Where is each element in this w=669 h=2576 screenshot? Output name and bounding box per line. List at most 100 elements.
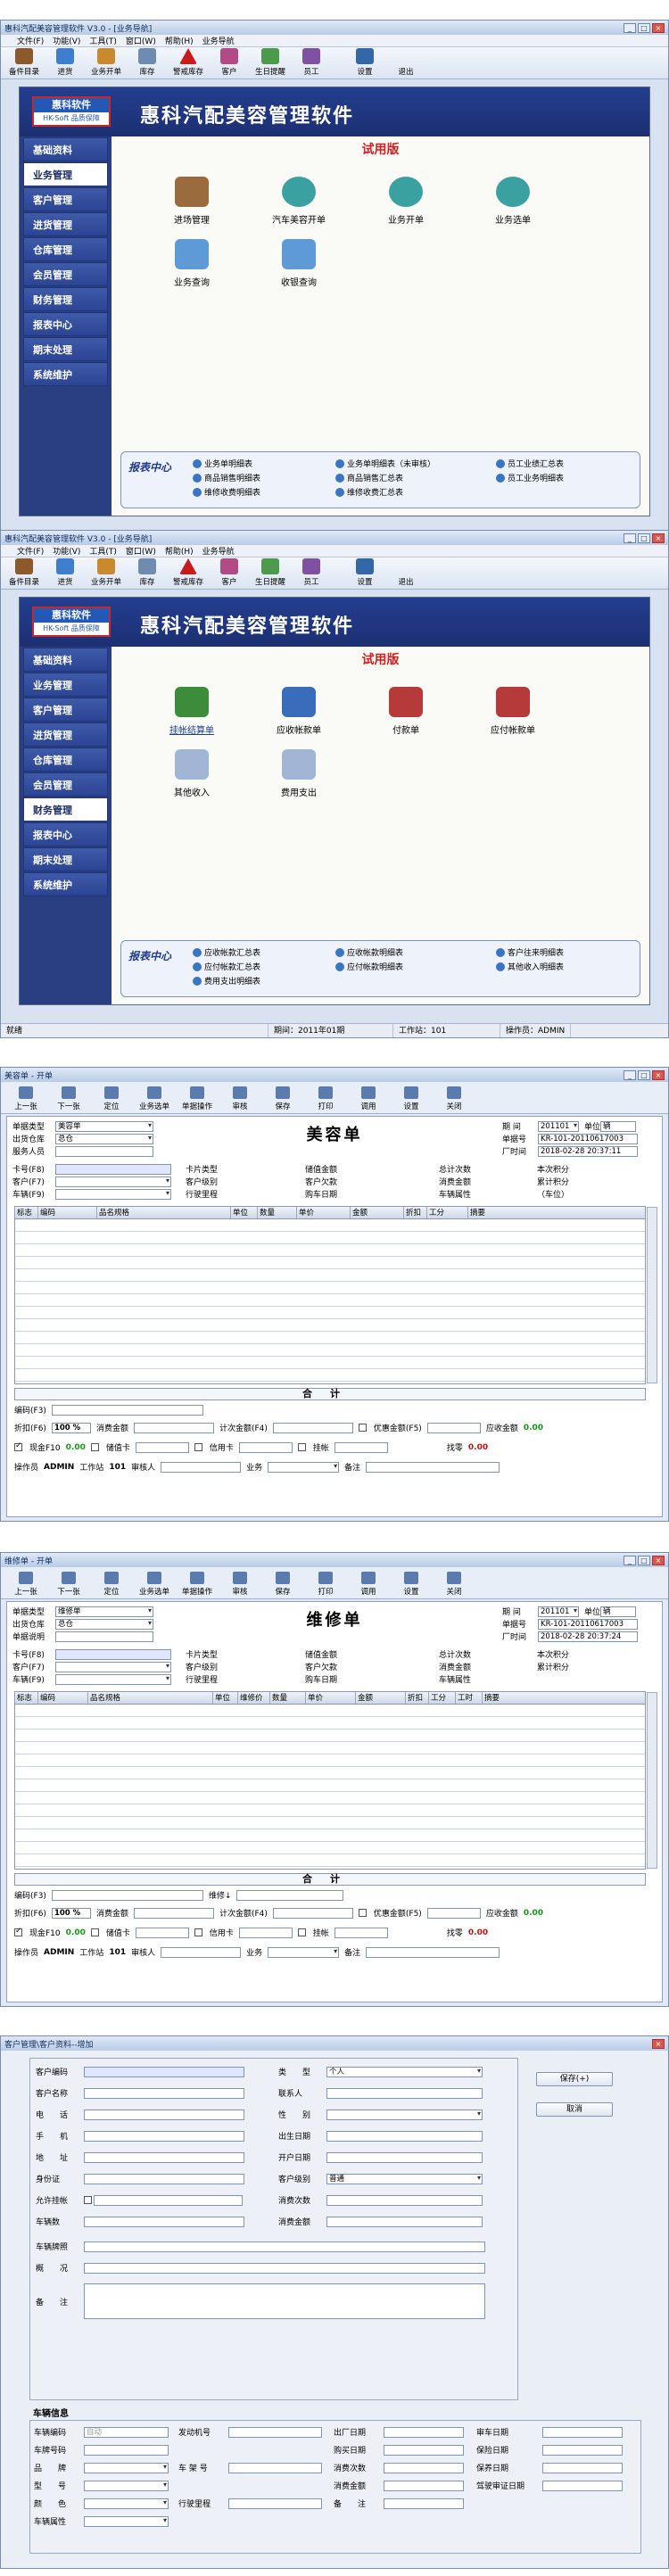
- report-link[interactable]: 商品销售明细表: [193, 472, 260, 483]
- code-input[interactable]: [51, 1889, 203, 1901]
- maximize-icon[interactable]: □: [638, 533, 650, 543]
- prefer-checkbox[interactable]: [358, 1909, 367, 1917]
- nav-period-end[interactable]: 期末处理: [23, 847, 108, 871]
- parts-catalog-button[interactable]: 备件目录: [6, 558, 42, 587]
- period-select[interactable]: 201101: [538, 1606, 579, 1617]
- business-order-button[interactable]: 业务开单: [88, 48, 124, 77]
- exit-button[interactable]: 退出: [388, 558, 424, 587]
- warehouse-select[interactable]: 总仓: [55, 1133, 153, 1144]
- inspection-date-input[interactable]: [542, 2426, 623, 2438]
- prev-button[interactable]: 上一张: [6, 1572, 45, 1597]
- nav-period-end[interactable]: 期末处理: [23, 337, 108, 361]
- report-link[interactable]: 员工业绩汇总表: [496, 458, 564, 469]
- select-order-button[interactable]: 业务选单: [135, 1572, 174, 1597]
- nav-customer[interactable]: 客户管理: [23, 187, 108, 211]
- grid-scrollbar[interactable]: [647, 1692, 657, 1869]
- select-order-button[interactable]: 业务选单: [135, 1086, 174, 1111]
- close-icon[interactable]: ×: [652, 533, 665, 543]
- hang-checkbox[interactable]: [297, 1928, 306, 1936]
- parts-catalog-button[interactable]: 备件目录: [6, 48, 42, 77]
- close-icon[interactable]: ×: [652, 2038, 665, 2049]
- module-business-query[interactable]: 业务查询: [138, 226, 245, 288]
- close-button[interactable]: 关闭: [434, 1086, 474, 1111]
- nav-finance[interactable]: 财务管理: [23, 797, 108, 822]
- cancel-button[interactable]: 取消: [536, 2102, 613, 2117]
- stored-card-checkbox[interactable]: [90, 1928, 99, 1936]
- report-link[interactable]: 员工业务明细表: [496, 472, 564, 483]
- credit-card-input[interactable]: [238, 1441, 293, 1453]
- save-button[interactable]: 保存: [263, 1086, 302, 1111]
- unit-input[interactable]: 辆: [600, 1606, 636, 1617]
- next-button[interactable]: 下一张: [49, 1572, 88, 1597]
- module-payment[interactable]: 付款单: [352, 673, 459, 736]
- module-entry-mgmt[interactable]: 进场管理: [138, 163, 245, 226]
- maximize-icon[interactable]: □: [638, 22, 650, 33]
- remark-input[interactable]: [366, 1946, 500, 1958]
- maximize-icon[interactable]: □: [638, 1555, 650, 1565]
- contact-input[interactable]: [326, 2087, 483, 2099]
- print-button[interactable]: 打印: [306, 1086, 345, 1111]
- doc-type-select[interactable]: 维修单: [55, 1606, 153, 1617]
- engine-number-input[interactable]: [228, 2426, 322, 2438]
- purchase-button[interactable]: 进货: [47, 558, 83, 587]
- settings-button[interactable]: 设置: [347, 558, 383, 587]
- order-ops-button[interactable]: 单据操作: [178, 1572, 217, 1597]
- customer-input[interactable]: [55, 1661, 171, 1672]
- frame-number-input[interactable]: [228, 2462, 322, 2473]
- doc-date-field[interactable]: 2018-02-28 20:37:24: [538, 1631, 638, 1642]
- close-button[interactable]: 关闭: [434, 1572, 474, 1597]
- minimize-icon[interactable]: _: [624, 1555, 636, 1565]
- module-cash-query[interactable]: 收银查询: [245, 226, 352, 288]
- plate-input[interactable]: [84, 2444, 169, 2456]
- nav-report[interactable]: 报表中心: [23, 822, 108, 846]
- maintenance-date-input[interactable]: [542, 2462, 623, 2473]
- nav-warehouse[interactable]: 仓库管理: [23, 747, 108, 772]
- report-link[interactable]: 维修收费明细表: [193, 486, 260, 498]
- purchase-date-input[interactable]: [384, 2444, 464, 2456]
- report-link[interactable]: 业务单明细表: [193, 458, 252, 469]
- birthday-button[interactable]: 生日提醒: [252, 558, 288, 587]
- module-beauty-order[interactable]: 汽车美容开单: [245, 163, 352, 226]
- alert-stock-button[interactable]: 警戒库存: [170, 558, 206, 587]
- module-business-select[interactable]: 业务选单: [459, 163, 566, 226]
- allow-credit-checkbox[interactable]: [84, 2196, 92, 2204]
- stock-button[interactable]: 库存: [129, 48, 165, 77]
- customer-name-input[interactable]: [84, 2087, 244, 2099]
- maximize-icon[interactable]: □: [638, 1069, 650, 1080]
- stock-button[interactable]: 库存: [129, 558, 165, 587]
- customer-button[interactable]: 客户: [211, 558, 247, 587]
- close-icon[interactable]: ×: [652, 1555, 665, 1565]
- menu-function[interactable]: 功能(V): [53, 35, 80, 46]
- hang-checkbox[interactable]: [297, 1443, 306, 1451]
- staff-button[interactable]: 员工: [293, 558, 329, 587]
- birthday-button[interactable]: 生日提醒: [252, 48, 288, 77]
- next-button[interactable]: 下一张: [49, 1086, 88, 1111]
- address-input[interactable]: [84, 2151, 244, 2163]
- audit-button[interactable]: 审核: [220, 1572, 260, 1597]
- report-link[interactable]: 商品销售汇总表: [335, 472, 403, 483]
- module-business-order[interactable]: 业务开单: [352, 163, 459, 226]
- menu-file[interactable]: 文件(F): [17, 545, 44, 557]
- nav-system[interactable]: 系统维护: [23, 362, 108, 386]
- menu-tools[interactable]: 工具(T): [89, 35, 117, 46]
- business-select[interactable]: [268, 1946, 340, 1958]
- nav-member[interactable]: 会员管理: [23, 772, 108, 797]
- nav-basic-data[interactable]: 基础资料: [23, 137, 108, 161]
- cash-checkbox[interactable]: [14, 1927, 22, 1936]
- menu-window[interactable]: 窗口(W): [126, 35, 156, 46]
- module-other-income[interactable]: 其他收入: [138, 736, 245, 798]
- nav-basic-data[interactable]: 基础资料: [23, 648, 108, 672]
- prev-button[interactable]: 上一张: [6, 1086, 45, 1111]
- staff-button[interactable]: 员工: [293, 48, 329, 77]
- nav-purchase[interactable]: 进货管理: [23, 722, 108, 747]
- report-link[interactable]: 应付帐款汇总表: [193, 961, 260, 972]
- minimize-icon[interactable]: _: [624, 22, 636, 33]
- save-button[interactable]: 保存: [263, 1572, 302, 1597]
- factory-date-input[interactable]: [384, 2426, 464, 2438]
- report-link[interactable]: 应付帐款明细表: [335, 961, 403, 972]
- hang-input[interactable]: [334, 1441, 388, 1453]
- credit-limit-input[interactable]: [94, 2194, 243, 2206]
- card-number-input[interactable]: [55, 1163, 171, 1175]
- menu-nav[interactable]: 业务导航: [202, 35, 235, 46]
- cash-checkbox[interactable]: [14, 1441, 22, 1451]
